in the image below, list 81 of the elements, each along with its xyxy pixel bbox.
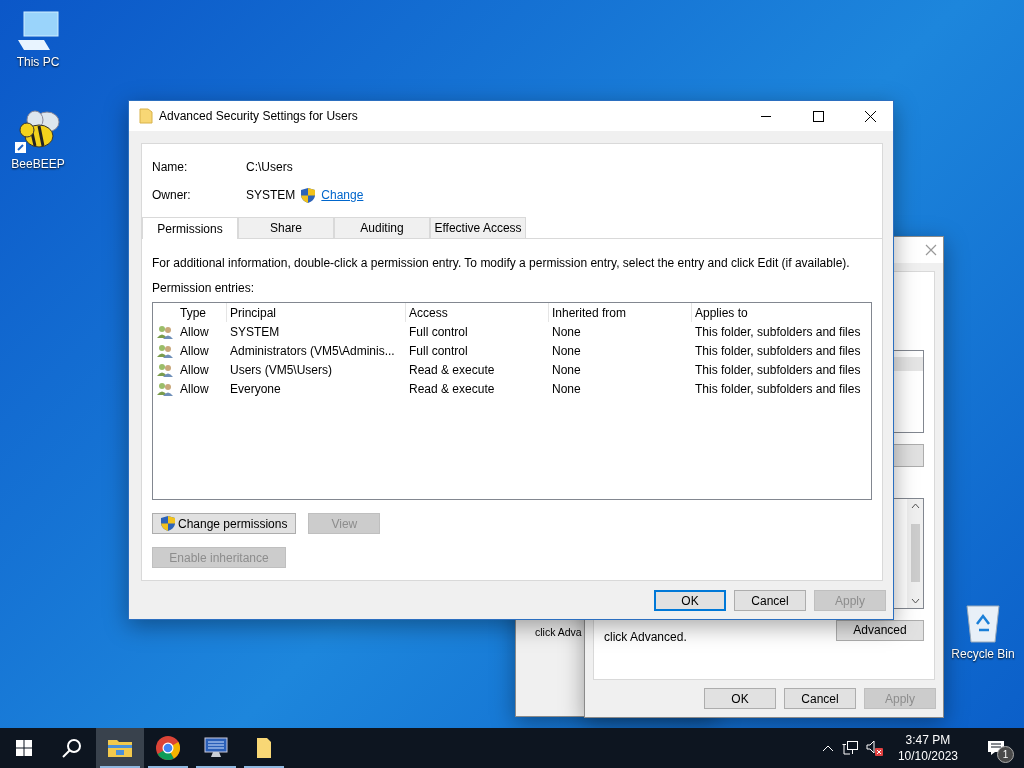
window-title: Advanced Security Settings for Users [159, 109, 359, 123]
clock-date: 10/10/2023 [897, 749, 958, 763]
folder-icon [139, 108, 153, 124]
action-button[interactable]: Change permissions [152, 513, 297, 534]
table-cell-text: Read & execute [408, 381, 496, 396]
table-cell-text: This folder, subfolders and files [694, 362, 862, 377]
table-cell-text: This folder, subfolders and files [694, 381, 862, 396]
column-header[interactable]: Applies to [692, 303, 871, 322]
users-icon [157, 381, 173, 396]
muted-speaker-icon[interactable] [865, 740, 884, 756]
table-cell-text: Full control [408, 324, 469, 339]
change-link[interactable]: Change [321, 188, 364, 202]
table-cell-text: Allow [179, 343, 210, 358]
section-label: Permission entries: [152, 281, 256, 295]
network-icon[interactable] [841, 741, 858, 755]
desktop-shortcut[interactable]: Recycle Bin [946, 600, 1020, 661]
users-icon [157, 343, 173, 358]
table-cell-text: None [551, 381, 582, 396]
shortcut-label: This PC [16, 55, 60, 69]
table-cell-text: Allow [179, 324, 210, 339]
scrollbar[interactable] [907, 498, 923, 608]
computer-icon [16, 10, 60, 52]
table-cell-text: None [551, 362, 582, 377]
desktop-shortcut[interactable]: BeeBEEP [0, 108, 76, 171]
search-icon [62, 738, 82, 758]
shortcut-label: BeeBEEP [11, 157, 65, 171]
table-cell-text: Allow [179, 362, 210, 377]
taskbar-app-button[interactable] [96, 728, 144, 768]
column-header[interactable]: Access [406, 303, 549, 322]
shield-icon [161, 516, 175, 531]
windows-logo-icon [16, 740, 32, 756]
clock[interactable]: 3:47 PM 10/10/2023 [891, 733, 964, 763]
field-value: C:\Users [246, 160, 293, 174]
users-icon [157, 362, 173, 377]
table-cell-text: Everyone [229, 381, 282, 396]
hint-text: click Advanced. [604, 629, 687, 644]
desktop-shortcut[interactable]: This PC [0, 10, 76, 69]
dialog-button[interactable]: OK [704, 688, 776, 709]
table-cell-text: Full control [408, 343, 469, 358]
bee-icon [13, 108, 63, 154]
minimize-icon [761, 115, 771, 117]
close-icon[interactable] [925, 244, 937, 256]
table-cell-text: SYSTEM [229, 324, 281, 339]
table-cell-text: None [551, 324, 582, 339]
tab[interactable]: Permissions [142, 217, 238, 239]
shortcut-label: Recycle Bin [951, 647, 1015, 661]
field-label: Owner: [152, 188, 192, 202]
column-header[interactable]: Principal [227, 303, 406, 322]
advanced-button[interactable]: Advanced [836, 619, 924, 641]
field-label: Name: [152, 160, 189, 174]
table-cell-text: This folder, subfolders and files [694, 324, 862, 339]
dialog-button[interactable]: OK [654, 590, 726, 611]
users-icon [157, 324, 173, 339]
dialog-button[interactable]: Cancel [734, 590, 806, 611]
close-icon [864, 110, 876, 122]
column-header[interactable]: Inherited from [549, 303, 692, 322]
folder-icon [108, 738, 132, 758]
table-cell-text: Users (VM5\Users) [229, 362, 333, 377]
dialog-button[interactable]: Cancel [784, 688, 856, 709]
scroll-thumb[interactable] [910, 524, 920, 583]
column-header[interactable]: Type [177, 303, 227, 322]
chevron-down-icon[interactable] [910, 597, 920, 604]
tab[interactable]: Effective Access [430, 217, 526, 238]
notifications-button[interactable]: 1 [972, 728, 1020, 768]
field-value: SYSTEM [246, 188, 296, 202]
notification-count: 1 [997, 746, 1014, 763]
tab[interactable]: Share [238, 217, 334, 238]
browser-icon [156, 736, 180, 760]
clock-time: 3:47 PM [905, 733, 951, 747]
hint-text: click Adva [535, 626, 582, 638]
table-cell-text: This folder, subfolders and files [694, 343, 862, 358]
table-cell-text: Read & execute [408, 362, 496, 377]
folder-icon [256, 737, 272, 759]
info-text: For additional information, double-click a permission entry. To modify a permission entry, select the entry and click Edit (if available). [152, 256, 851, 270]
table-cell-text: Allow [179, 381, 210, 396]
monitor-icon [204, 736, 228, 760]
shield-icon [301, 187, 316, 203]
table-cell-text: Administrators (VM5\Adminis... [229, 343, 396, 358]
table-cell-text: None [551, 343, 582, 358]
maximize-icon [812, 110, 824, 122]
tab[interactable]: Auditing [334, 217, 430, 238]
